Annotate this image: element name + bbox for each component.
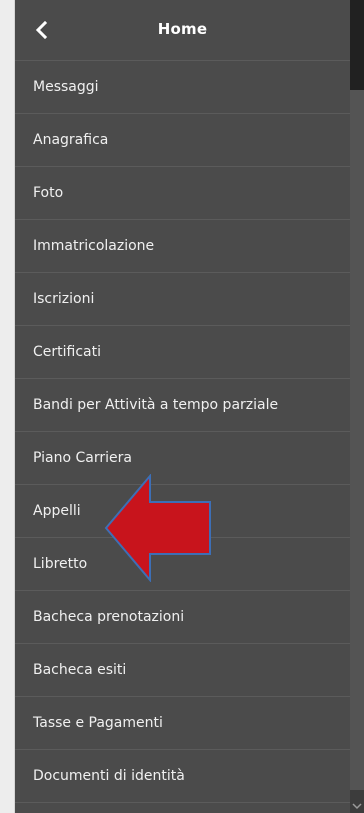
window-edge xyxy=(0,0,14,813)
menu-list: Messaggi Anagrafica Foto Immatricolazion… xyxy=(15,61,350,803)
menu-item-iscrizioni[interactable]: Iscrizioni xyxy=(15,273,350,326)
menu-header: Home xyxy=(15,0,350,61)
scrollbar-thumb[interactable] xyxy=(350,90,364,790)
menu-item-certificati[interactable]: Certificati xyxy=(15,326,350,379)
menu-item-piano-carriera[interactable]: Piano Carriera xyxy=(15,432,350,485)
scroll-down-icon[interactable] xyxy=(352,802,362,810)
menu-item-immatricolazione[interactable]: Immatricolazione xyxy=(15,220,350,273)
menu-item-foto[interactable]: Foto xyxy=(15,167,350,220)
scrollbar-track[interactable] xyxy=(350,0,364,90)
menu-item-libretto[interactable]: Libretto xyxy=(15,538,350,591)
menu-item-appelli[interactable]: Appelli xyxy=(15,485,350,538)
vertical-scrollbar[interactable] xyxy=(350,0,364,813)
menu-item-bacheca-prenotazioni[interactable]: Bacheca prenotazioni xyxy=(15,591,350,644)
menu-item-bandi[interactable]: Bandi per Attività a tempo parziale xyxy=(15,379,350,432)
menu-title: Home xyxy=(157,20,208,38)
menu-item-messaggi[interactable]: Messaggi xyxy=(15,61,350,114)
screenshot-frame: Home Messaggi Anagrafica Foto Immatricol… xyxy=(0,0,364,813)
side-menu-panel: Home Messaggi Anagrafica Foto Immatricol… xyxy=(14,0,350,813)
menu-item-tasse-pagamenti[interactable]: Tasse e Pagamenti xyxy=(15,697,350,750)
menu-item-bacheca-esiti[interactable]: Bacheca esiti xyxy=(15,644,350,697)
menu-item-anagrafica[interactable]: Anagrafica xyxy=(15,114,350,167)
menu-item-documenti-identita[interactable]: Documenti di identità xyxy=(15,750,350,803)
